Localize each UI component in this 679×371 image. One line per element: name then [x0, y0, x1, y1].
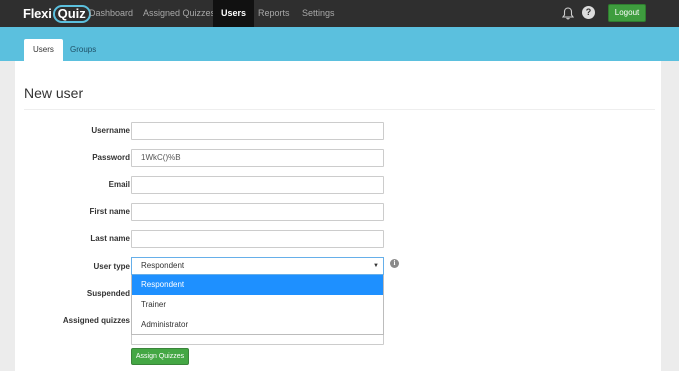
user-type-select[interactable]: Respondent ▼	[131, 257, 384, 275]
user-type-label: User type	[93, 262, 130, 271]
nav-users[interactable]: Users	[213, 0, 255, 27]
dropdown-option-respondent[interactable]: Respondent	[132, 275, 383, 295]
logout-button[interactable]: Logout	[608, 4, 646, 22]
nav-assigned-quizzes[interactable]: Assigned Quizzes	[135, 0, 223, 27]
email-label: Email	[108, 180, 130, 189]
nav-settings[interactable]: Settings	[294, 0, 343, 27]
logo-text-flexi: Flexi	[23, 6, 52, 21]
username-field[interactable]	[131, 122, 384, 140]
caret-down-icon: ▼	[373, 263, 379, 269]
user-type-dropdown-list: Respondent Trainer Administrator	[131, 275, 384, 335]
user-type-selected-value: Respondent	[141, 261, 185, 270]
suspended-label: Suspended	[86, 289, 130, 298]
sub-navbar: Users Groups	[0, 27, 679, 61]
password-field[interactable]: 1WkC()%B	[131, 149, 384, 167]
nav-reports[interactable]: Reports	[250, 0, 298, 27]
info-icon[interactable]: i	[390, 259, 399, 268]
assign-quizzes-button[interactable]: Assign Quizzes	[131, 348, 189, 365]
assigned-quizzes-label: Assigned quizzes	[62, 316, 130, 325]
tab-users[interactable]: Users	[24, 39, 63, 61]
last-name-field[interactable]	[131, 230, 384, 248]
nav-dashboard[interactable]: Dashboard	[81, 0, 141, 27]
first-name-field[interactable]	[131, 203, 384, 221]
last-name-label: Last name	[90, 234, 130, 243]
help-icon[interactable]: ?	[582, 6, 595, 19]
username-label: Username	[91, 126, 130, 135]
title-divider	[24, 109, 655, 110]
dropdown-option-trainer[interactable]: Trainer	[132, 295, 383, 315]
top-navbar: Flexi Quiz Dashboard Assigned Quizzes Us…	[0, 0, 679, 27]
first-name-label: First name	[89, 207, 130, 216]
bell-icon[interactable]	[562, 7, 574, 20]
page-title: New user	[24, 85, 84, 101]
password-label: Password	[92, 153, 130, 162]
tab-groups[interactable]: Groups	[61, 39, 105, 61]
dropdown-option-administrator[interactable]: Administrator	[132, 315, 383, 335]
new-user-panel: New user Username Password 1WkC()%B Emai…	[15, 61, 661, 371]
email-field[interactable]	[131, 176, 384, 194]
